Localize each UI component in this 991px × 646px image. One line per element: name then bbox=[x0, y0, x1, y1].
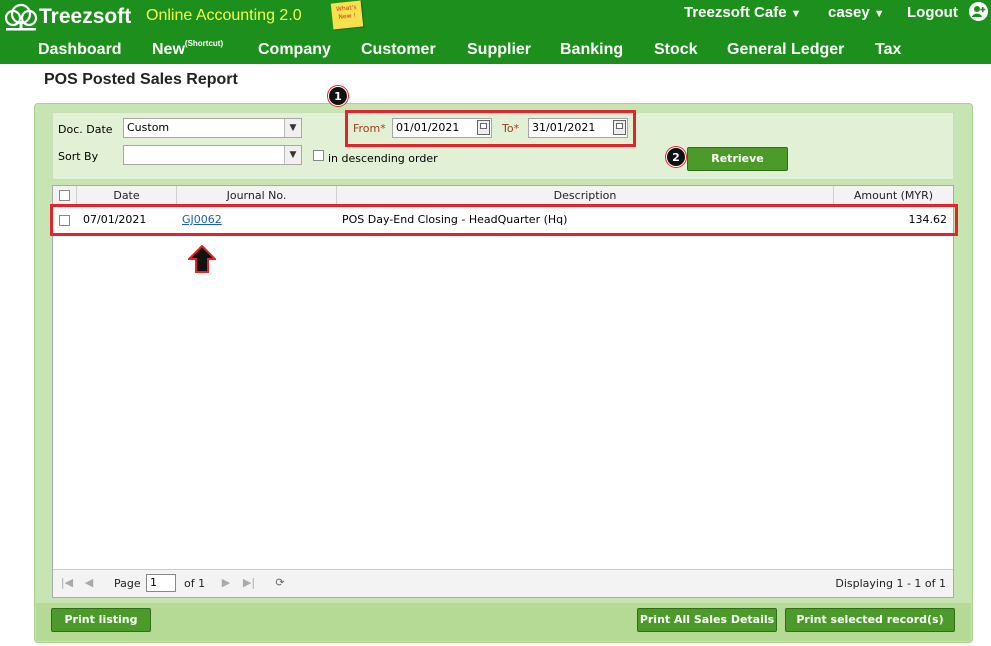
select-all-checkbox[interactable] bbox=[59, 190, 70, 201]
sort-by-select[interactable]: ▼ bbox=[123, 145, 302, 165]
nav-banking[interactable]: Banking bbox=[560, 41, 623, 59]
first-page-icon[interactable]: |◀ bbox=[60, 576, 74, 590]
logout-link[interactable]: Logout bbox=[907, 4, 958, 21]
page-title: POS Posted Sales Report bbox=[44, 71, 238, 88]
nav-tax[interactable]: Tax bbox=[875, 41, 901, 59]
nav-new[interactable]: New(Shortcut) bbox=[152, 39, 224, 59]
whats-new-sticker[interactable]: What's New ! bbox=[330, 0, 364, 30]
nav-company[interactable]: Company bbox=[258, 41, 331, 59]
logo-text: Treezsoft bbox=[39, 5, 132, 28]
prev-page-icon[interactable]: ◀ bbox=[82, 576, 96, 590]
doc-date-select[interactable]: Custom ▼ bbox=[123, 118, 302, 138]
sort-by-label: Sort By bbox=[58, 150, 99, 163]
company-name: Treezsoft Cafe bbox=[684, 4, 787, 21]
nav-customer[interactable]: Customer bbox=[361, 41, 436, 59]
nav-general-ledger[interactable]: General Ledger bbox=[727, 41, 844, 59]
page-number-input[interactable]: 1 bbox=[146, 574, 176, 592]
page-label: Page bbox=[114, 577, 141, 590]
print-all-sales-details-button[interactable]: Print All Sales Details bbox=[637, 608, 777, 632]
chevron-down-icon: ▼ bbox=[284, 146, 301, 164]
arrow-up-icon bbox=[188, 245, 216, 273]
nav-new-label: New bbox=[152, 41, 185, 58]
step-badge-2: 2 bbox=[666, 147, 686, 167]
retrieve-button[interactable]: Retrieve bbox=[687, 147, 788, 171]
header-select-all[interactable] bbox=[53, 186, 77, 204]
nav-stock[interactable]: Stock bbox=[654, 41, 698, 59]
last-page-icon[interactable]: ▶| bbox=[242, 576, 256, 590]
row-highlight bbox=[50, 204, 958, 236]
column-journal[interactable]: Journal No. bbox=[177, 186, 337, 204]
chevron-down-icon: ▼ bbox=[873, 8, 885, 20]
tree-logo-icon bbox=[4, 3, 38, 31]
column-date[interactable]: Date bbox=[77, 186, 177, 204]
print-listing-button[interactable]: Print listing bbox=[51, 608, 151, 632]
chevron-down-icon: ▼ bbox=[790, 8, 802, 20]
pagination-bar: |◀ ◀ Page 1 of 1 ▶ ▶| ⟳ Displaying 1 - 1… bbox=[53, 569, 953, 597]
doc-date-label: Doc. Date bbox=[58, 123, 113, 136]
main-nav: Dashboard New(Shortcut) Company Customer… bbox=[0, 36, 991, 64]
step-badge-1: 1 bbox=[328, 86, 348, 106]
nav-new-shortcut: (Shortcut) bbox=[184, 39, 224, 48]
top-header: Treezsoft Online Accounting 2.0 What's N… bbox=[0, 0, 991, 64]
column-amount[interactable]: Amount (MYR) bbox=[834, 186, 953, 204]
company-menu[interactable]: Treezsoft Cafe ▼ bbox=[684, 4, 801, 21]
descending-checkbox[interactable] bbox=[313, 150, 324, 161]
app-subtitle: Online Accounting 2.0 bbox=[146, 7, 302, 24]
nav-dashboard[interactable]: Dashboard bbox=[38, 41, 122, 59]
descending-label: in descending order bbox=[328, 152, 438, 165]
date-range-highlight bbox=[345, 110, 636, 147]
grid-header: Date Journal No. Description Amount (MYR… bbox=[53, 186, 953, 205]
print-selected-records-button[interactable]: Print selected record(s) bbox=[785, 608, 955, 632]
user-name: casey bbox=[828, 4, 870, 21]
user-menu[interactable]: casey ▼ bbox=[828, 4, 885, 21]
logo[interactable]: Treezsoft bbox=[4, 3, 131, 31]
column-description[interactable]: Description bbox=[337, 186, 834, 204]
nav-supplier[interactable]: Supplier bbox=[467, 41, 531, 59]
next-page-icon[interactable]: ▶ bbox=[219, 576, 233, 590]
doc-date-value: Custom bbox=[127, 121, 170, 134]
add-user-icon[interactable] bbox=[969, 2, 988, 21]
page-of-label: of 1 bbox=[184, 577, 206, 590]
chevron-down-icon: ▼ bbox=[284, 119, 301, 137]
refresh-icon[interactable]: ⟳ bbox=[273, 576, 287, 590]
displaying-count: Displaying 1 - 1 of 1 bbox=[835, 577, 946, 590]
